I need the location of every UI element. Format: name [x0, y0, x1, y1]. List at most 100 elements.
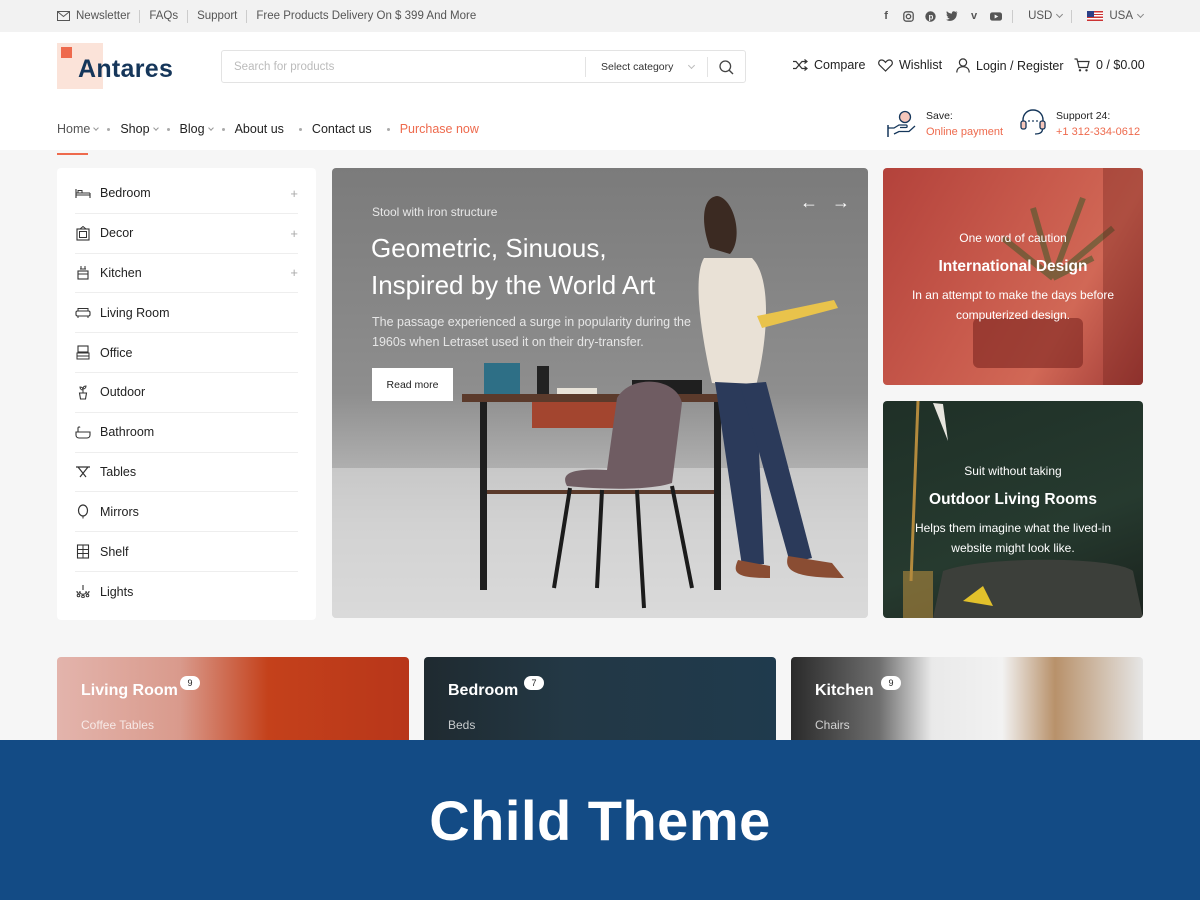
sidebar-item-label: Shelf	[100, 544, 129, 559]
divider	[1071, 9, 1073, 23]
read-more-button[interactable]: Read more	[372, 368, 453, 401]
nav-separator	[298, 127, 302, 131]
save-title: Save:	[926, 110, 953, 122]
chevron-down-icon	[152, 124, 159, 131]
logo-text: Antares	[78, 55, 174, 83]
category-tile-sub[interactable]: Coffee Tables	[81, 718, 154, 732]
nav-item-about[interactable]: About us	[235, 116, 284, 142]
nav-item-blog[interactable]: Blog	[179, 116, 214, 142]
sidebar-item-tables[interactable]: Tables	[75, 453, 298, 493]
nav-shop-label: Shop	[120, 122, 150, 136]
sidebar-item-shelf[interactable]: Shelf	[75, 532, 298, 572]
sidebar-item-office[interactable]: Office	[75, 333, 298, 373]
arrow-left-icon[interactable]: ←	[800, 192, 818, 213]
nav-item-home[interactable]: Home	[57, 116, 100, 155]
sidebar-item-label: Mirrors	[100, 504, 139, 519]
search-bar: Select category	[221, 50, 746, 83]
compare-link[interactable]: Compare	[793, 58, 865, 72]
chevron-down-icon	[1136, 10, 1145, 19]
search-input[interactable]	[222, 51, 582, 82]
nav-blog-label: Blog	[179, 122, 205, 136]
sidebar-item-label: Tables	[100, 464, 137, 479]
arrow-right-icon[interactable]: →	[832, 192, 850, 213]
wishlist-link[interactable]: Wishlist	[878, 58, 942, 72]
nav-separator	[386, 127, 390, 131]
sidebar-item-mirrors[interactable]: Mirrors	[75, 492, 298, 533]
facebook-icon[interactable]: f	[880, 10, 892, 22]
cart-total: 0 / $0.00	[1096, 58, 1145, 72]
category-sidebar: Bedroom + Decor + Kitchen + Living Room Off…	[57, 168, 316, 620]
category-count-badge: 9	[180, 676, 200, 690]
plus-icon[interactable]: +	[290, 265, 298, 280]
sidebar-item-lights[interactable]: Lights	[75, 572, 298, 612]
divider	[187, 9, 189, 23]
pinterest-icon[interactable]: p	[924, 10, 936, 22]
kitchen-icon	[75, 265, 91, 281]
plus-icon[interactable]: +	[290, 186, 298, 201]
mail-icon	[57, 11, 70, 21]
sidebar-item-kitchen[interactable]: Kitchen +	[75, 254, 298, 294]
support-link[interactable]: Support	[197, 10, 237, 22]
sidebar-item-living-room[interactable]: Living Room	[75, 293, 298, 334]
hand-coin-icon	[887, 110, 916, 137]
card-text: In an attempt to make the days before co…	[911, 288, 1115, 322]
sidebar-item-decor[interactable]: Decor +	[75, 214, 298, 254]
chandelier-icon	[75, 584, 91, 600]
vimeo-icon[interactable]: v	[968, 10, 980, 22]
category-tile-name: Bedroom	[448, 682, 519, 699]
category-tile-name: Living Room	[81, 682, 178, 699]
mirror-icon	[75, 504, 91, 520]
divider	[1012, 9, 1014, 23]
promo-card-international[interactable]: One word of caution International Design…	[883, 168, 1143, 385]
wishlist-label: Wishlist	[899, 58, 943, 72]
nav-item-purchase[interactable]: Purchase now	[400, 116, 479, 142]
category-tile-sub[interactable]: Chairs	[815, 718, 850, 732]
hero-description: The passage experienced a surge in popul…	[372, 315, 691, 349]
twitter-icon[interactable]	[946, 10, 958, 22]
sidebar-item-label: Bedroom	[100, 186, 151, 201]
office-icon	[75, 345, 91, 361]
category-count-badge: 7	[524, 676, 544, 690]
us-flag-icon	[1087, 11, 1104, 21]
search-button[interactable]	[707, 57, 745, 77]
country-dropdown[interactable]: USA	[1087, 10, 1145, 22]
category-tile-kitchen[interactable]: Kitchen 9 Chairs	[791, 657, 1143, 740]
support-phone[interactable]: +1 312-334-0612	[1056, 124, 1140, 140]
nav-item-contact[interactable]: Contact us	[312, 116, 372, 142]
login-link[interactable]: Login / Register	[956, 58, 1064, 73]
site-logo[interactable]: Antares	[57, 43, 177, 91]
sidebar-item-label: Office	[100, 345, 133, 360]
frame-icon	[75, 225, 91, 241]
cart-icon	[1074, 58, 1090, 72]
faqs-link[interactable]: FAQs	[149, 10, 178, 22]
instagram-icon[interactable]	[902, 10, 914, 22]
chevron-down-icon	[688, 61, 696, 70]
save-text: Online payment	[926, 126, 1004, 138]
compare-label: Compare	[814, 58, 866, 72]
card-kicker: One word of caution	[959, 231, 1067, 245]
divider	[139, 9, 141, 23]
user-icon	[956, 58, 970, 73]
category-tile-sub[interactable]: Beds	[448, 718, 475, 732]
sidebar-item-bathroom[interactable]: Bathroom	[75, 413, 298, 453]
sidebar-item-bedroom[interactable]: Bedroom +	[75, 174, 298, 214]
sidebar-item-label: Outdoor	[100, 385, 146, 400]
category-tile-bedroom[interactable]: Bedroom 7 Beds	[424, 657, 776, 740]
main-nav: Home Shop Blog About us Contact us Purch…	[57, 116, 488, 155]
newsletter-label: Newsletter	[76, 10, 131, 22]
bed-icon	[75, 185, 91, 201]
save-info: Save: Online payment	[887, 108, 1003, 140]
nav-item-shop[interactable]: Shop	[120, 116, 159, 142]
plus-icon[interactable]: +	[290, 226, 298, 241]
category-tile-living-room[interactable]: Living Room 9 Coffee Tables	[57, 657, 409, 740]
nav-separator	[166, 127, 170, 131]
newsletter-link[interactable]: Newsletter	[57, 10, 130, 22]
currency-dropdown[interactable]: USD	[1028, 10, 1064, 22]
sidebar-item-label: Decor	[100, 226, 134, 241]
category-select[interactable]: Select category	[585, 57, 705, 77]
sidebar-item-label: Kitchen	[100, 265, 142, 280]
youtube-icon[interactable]	[990, 10, 1003, 22]
cart-link[interactable]: 0 / $0.00	[1074, 58, 1145, 72]
promo-card-outdoor[interactable]: Suit without taking Outdoor Living Rooms…	[883, 401, 1143, 618]
sidebar-item-outdoor[interactable]: Outdoor	[75, 373, 298, 413]
